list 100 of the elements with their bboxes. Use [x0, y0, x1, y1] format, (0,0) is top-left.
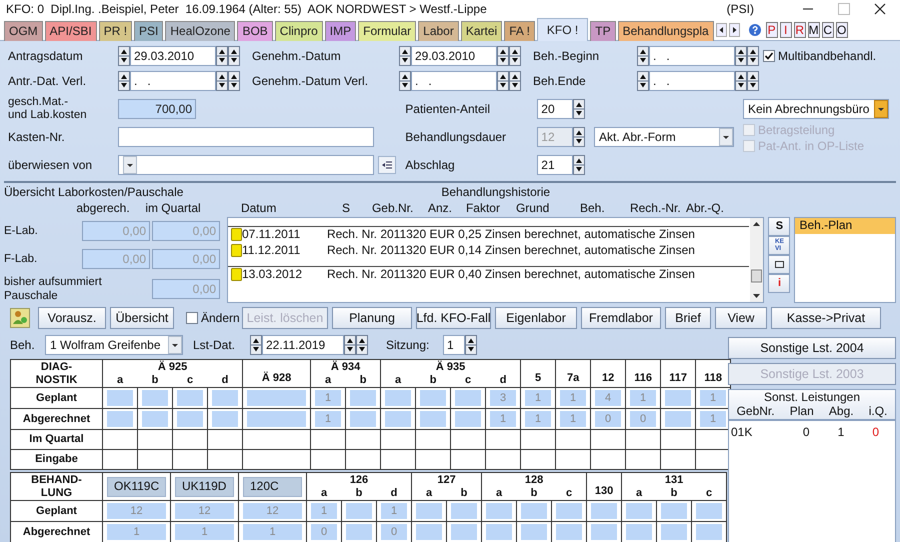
scrollbar[interactable] — [750, 218, 763, 302]
input-field[interactable] — [212, 390, 238, 406]
date-field[interactable]: . . — [649, 46, 735, 66]
tab[interactable]: HealOzone — [165, 21, 236, 41]
toolbar-button[interactable]: Lfd. KFO-Fall — [416, 307, 491, 329]
edit-checkbox[interactable]: Ändern — [201, 310, 240, 326]
toolbar-button[interactable]: View — [715, 307, 767, 329]
services-button[interactable]: Sonstige Lst. 2004 — [728, 337, 896, 359]
input-field[interactable] — [455, 390, 482, 406]
tab[interactable]: Formular — [358, 21, 416, 41]
spinner-button[interactable] — [344, 335, 356, 355]
tab[interactable]: IMP — [324, 21, 356, 41]
input-field[interactable] — [486, 503, 512, 519]
input-field[interactable] — [420, 411, 446, 427]
date-field[interactable]: . . — [411, 71, 497, 91]
toolbar-button[interactable]: Brief — [665, 307, 711, 329]
billing-office-dropdown[interactable]: Kein Abrechnungsbüro — [743, 99, 889, 119]
input-field[interactable] — [385, 390, 412, 406]
date-field[interactable]: . . — [130, 71, 216, 91]
input-field[interactable] — [665, 390, 692, 406]
spinner-button[interactable] — [228, 46, 240, 66]
maximize-icon[interactable] — [838, 3, 850, 15]
spinner-button[interactable] — [747, 71, 759, 91]
multiband-checkbox[interactable]: Multibandbehandl. — [778, 48, 876, 64]
spinner-button[interactable] — [250, 335, 262, 355]
number-field[interactable]: 20 — [537, 99, 574, 119]
spinner-button[interactable] — [356, 335, 368, 355]
tab[interactable]: PSI — [134, 21, 164, 41]
tab[interactable]: Behandlungspla — [618, 21, 714, 41]
input-field[interactable] — [247, 390, 306, 406]
number-field[interactable]: 1 — [443, 335, 465, 355]
tab[interactable]: TP — [590, 21, 616, 41]
input-field[interactable] — [346, 503, 372, 519]
number-field[interactable]: 21 — [537, 155, 574, 175]
scroll-right-icon[interactable] — [728, 23, 740, 37]
list-icon[interactable] — [378, 156, 396, 174]
toolbar-button[interactable]: Kasse->Privat — [771, 307, 881, 329]
spinner-button[interactable] — [573, 127, 586, 147]
input-field[interactable] — [661, 503, 688, 519]
input-field[interactable] — [591, 524, 618, 540]
practitioner-dropdown[interactable]: 1 Wolfram Greifenbe — [45, 335, 183, 355]
input-field[interactable] — [416, 524, 442, 540]
spinner-button[interactable] — [735, 71, 747, 91]
input-field[interactable] — [212, 411, 238, 427]
input-field[interactable] — [455, 411, 482, 427]
input-field[interactable] — [107, 390, 133, 406]
date-field[interactable]: . . — [649, 71, 735, 91]
checkbox[interactable] — [763, 50, 775, 62]
input-field[interactable] — [350, 390, 376, 406]
tab[interactable]: KFO ! — [536, 18, 588, 41]
toolbar-button[interactable]: Planung — [332, 307, 412, 329]
spinner-button[interactable] — [228, 71, 240, 91]
input-field[interactable] — [177, 411, 203, 427]
toolbar-button[interactable]: Übersicht — [110, 307, 174, 329]
checkbox[interactable] — [186, 312, 198, 324]
quick-button[interactable]: C — [822, 22, 834, 38]
tab[interactable]: FA ! — [504, 21, 535, 41]
input-field[interactable] — [626, 524, 652, 540]
input-field[interactable] — [696, 503, 722, 519]
spinner-button[interactable] — [216, 46, 228, 66]
date-field[interactable]: 22.11.2019 — [262, 335, 344, 355]
spinner-button[interactable] — [509, 71, 521, 91]
spinner-button[interactable] — [465, 335, 477, 355]
tab[interactable]: Clinpro — [274, 21, 323, 41]
close-icon[interactable] — [874, 3, 886, 15]
spinner-button[interactable] — [637, 71, 649, 91]
input-field[interactable] — [696, 524, 722, 540]
quick-button[interactable]: P — [766, 22, 778, 38]
input-field[interactable] — [177, 390, 203, 406]
input-field[interactable] — [665, 411, 692, 427]
quick-button[interactable]: O — [836, 22, 848, 38]
input-field[interactable] — [107, 411, 133, 427]
quick-button[interactable]: R — [794, 22, 806, 38]
date-field[interactable]: 29.03.2010 — [411, 46, 497, 66]
toolbar-button[interactable]: Eigenlabor — [495, 307, 577, 329]
input-field[interactable] — [420, 390, 446, 406]
spinner-button[interactable] — [637, 46, 649, 66]
input-field[interactable] — [451, 524, 478, 540]
input-field[interactable] — [556, 524, 582, 540]
tab[interactable]: Kartei — [460, 21, 502, 41]
spinner-button[interactable] — [509, 46, 521, 66]
spinner-button[interactable] — [497, 71, 509, 91]
input-field[interactable] — [118, 127, 374, 147]
person-icon[interactable] — [10, 308, 30, 328]
input-field[interactable] — [626, 503, 652, 519]
input-field[interactable] — [661, 524, 688, 540]
input-field[interactable] — [521, 503, 548, 519]
input-field[interactable] — [142, 411, 168, 427]
spinner-button[interactable] — [573, 99, 586, 119]
spinner-button[interactable] — [399, 71, 411, 91]
input-field[interactable] — [385, 411, 412, 427]
scroll-left-icon[interactable] — [716, 23, 727, 37]
input-field[interactable] — [591, 503, 618, 519]
tool-button[interactable]: S — [768, 217, 790, 236]
spinner-button[interactable] — [216, 71, 228, 91]
input-field[interactable] — [451, 503, 478, 519]
input-field[interactable] — [142, 390, 168, 406]
tab[interactable]: PR ! — [98, 21, 132, 41]
spinner-button[interactable] — [747, 46, 759, 66]
spinner-button[interactable] — [118, 46, 130, 66]
